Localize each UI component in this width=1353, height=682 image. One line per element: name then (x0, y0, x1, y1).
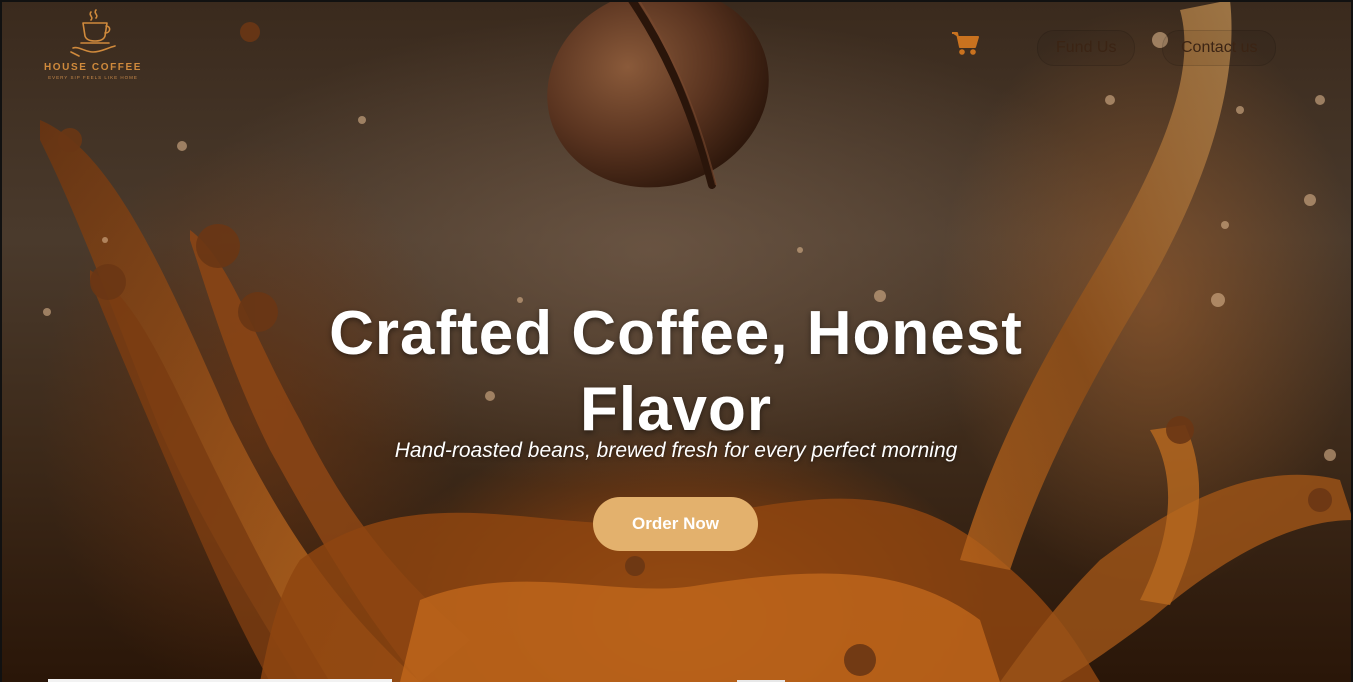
brand-name: HOUSE COFFEE (43, 62, 143, 73)
hero-title: Crafted Coffee, Honest Flavor (329, 299, 1023, 444)
brand-logo[interactable]: HOUSE COFFEE EVERY SIP FEELS LIKE HOME (34, 6, 152, 80)
order-now-button[interactable]: Order Now (593, 497, 758, 551)
hero-subtitle: Hand-roasted beans, brewed fresh for eve… (394, 439, 958, 462)
hero-section: HOUSE COFFEE EVERY SIP FEELS LIKE HOME F… (0, 0, 1353, 682)
shopping-cart-button[interactable] (950, 30, 980, 63)
nav-link-contact-us[interactable]: Contact us (1162, 30, 1277, 66)
brand-tagline: EVERY SIP FEELS LIKE HOME (48, 75, 138, 80)
coffee-cup-hand-icon (70, 9, 116, 57)
nav-link-fund-us[interactable]: Fund Us (1037, 30, 1136, 66)
shopping-cart-icon (952, 32, 979, 55)
coffee-bean (547, 0, 769, 189)
